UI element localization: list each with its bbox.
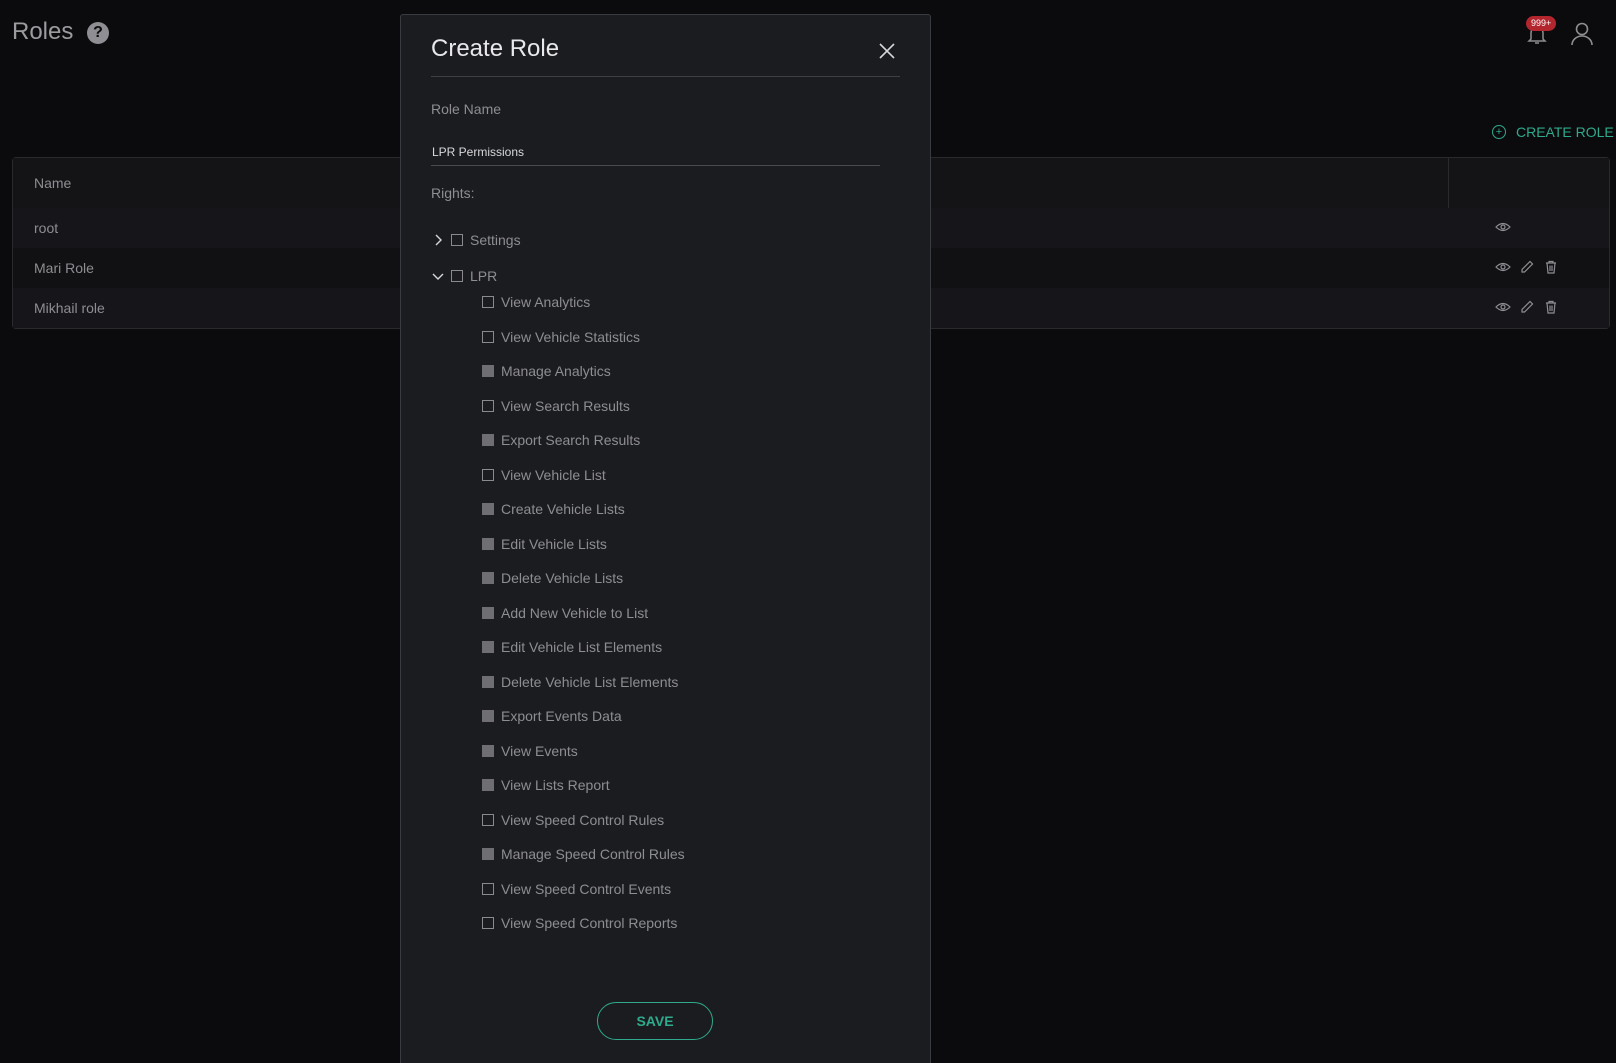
column-header-name: Name [34, 175, 72, 191]
right-checkbox[interactable] [482, 745, 494, 757]
right-item[interactable]: Add New Vehicle to List [482, 603, 648, 623]
plus-circle-icon: + [1492, 125, 1506, 139]
row-actions [1495, 299, 1559, 315]
right-checkbox[interactable] [482, 572, 494, 584]
right-item[interactable]: Delete Vehicle Lists [482, 568, 623, 588]
right-checkbox[interactable] [482, 607, 494, 619]
modal-title: Create Role [431, 35, 560, 62]
rights-group: Settings [431, 230, 521, 250]
save-button[interactable]: SAVE [597, 1002, 713, 1040]
roles-page: Roles ? 999+ + CREATE ROLE Name root Mar… [0, 0, 1616, 1063]
create-role-button[interactable]: + CREATE ROLE [1492, 124, 1614, 140]
group-checkbox[interactable] [451, 234, 463, 246]
chevron-right-icon[interactable] [431, 233, 445, 247]
right-item[interactable]: Edit Vehicle List Elements [482, 637, 662, 657]
group-checkbox[interactable] [451, 270, 463, 282]
right-item[interactable]: View Vehicle Statistics [482, 327, 640, 347]
right-checkbox[interactable] [482, 469, 494, 481]
trash-icon[interactable] [1543, 259, 1559, 275]
right-label: Add New Vehicle to List [501, 605, 649, 621]
right-label: Export Events Data [501, 708, 622, 724]
create-role-label: CREATE ROLE [1516, 124, 1614, 140]
right-label: View Vehicle List [501, 467, 606, 483]
right-item[interactable]: View Speed Control Reports [482, 913, 677, 933]
right-checkbox[interactable] [482, 503, 494, 515]
role-name-cell: Mikhail role [34, 300, 105, 316]
right-item[interactable]: View Speed Control Events [482, 879, 671, 899]
right-checkbox[interactable] [482, 641, 494, 653]
right-item[interactable]: View Events [482, 741, 578, 761]
create-role-modal: Create Role Role Name Rights: Settings LP… [400, 14, 931, 1063]
right-item[interactable]: Export Search Results [482, 430, 640, 450]
role-name-input[interactable] [431, 139, 880, 166]
right-label: Create Vehicle Lists [501, 501, 625, 517]
pencil-icon[interactable] [1519, 259, 1535, 275]
rights-label: Rights: [431, 185, 475, 201]
chevron-down-icon[interactable] [431, 269, 445, 283]
right-label: Export Search Results [501, 432, 641, 448]
group-label: Settings [470, 232, 521, 248]
role-name-cell: root [34, 220, 59, 236]
right-checkbox[interactable] [482, 434, 494, 446]
right-item[interactable]: Export Events Data [482, 706, 622, 726]
right-item[interactable]: View Vehicle List [482, 465, 606, 485]
eye-icon[interactable] [1495, 259, 1511, 275]
trash-icon[interactable] [1543, 299, 1559, 315]
pencil-icon[interactable] [1519, 299, 1535, 315]
user-icon[interactable] [1569, 21, 1595, 47]
right-item[interactable]: Delete Vehicle List Elements [482, 672, 678, 692]
row-actions [1495, 259, 1559, 275]
right-label: View Speed Control Reports [501, 915, 678, 931]
right-checkbox[interactable] [482, 917, 494, 929]
title-divider [431, 76, 900, 77]
right-item[interactable]: View Analytics [482, 292, 590, 312]
right-checkbox[interactable] [482, 676, 494, 688]
right-label: Manage Analytics [501, 363, 611, 379]
right-label: View Search Results [501, 398, 630, 414]
right-label: View Speed Control Events [501, 881, 672, 897]
rights-group: LPR [431, 266, 497, 286]
role-name-label: Role Name [431, 101, 502, 117]
right-item[interactable]: View Search Results [482, 396, 630, 416]
right-checkbox[interactable] [482, 883, 494, 895]
right-label: View Vehicle Statistics [501, 329, 641, 345]
right-item[interactable]: Create Vehicle Lists [482, 499, 625, 519]
right-label: Delete Vehicle List Elements [501, 674, 679, 690]
right-label: View Events [501, 743, 578, 759]
right-item[interactable]: Edit Vehicle Lists [482, 534, 607, 554]
role-name-cell: Mari Role [34, 260, 94, 276]
right-checkbox[interactable] [482, 296, 494, 308]
notification-badge: 999+ [1526, 16, 1557, 31]
row-actions [1495, 219, 1511, 235]
group-label: LPR [470, 268, 498, 284]
right-checkbox[interactable] [482, 365, 494, 377]
close-icon[interactable] [877, 41, 897, 61]
help-icon[interactable]: ? [87, 22, 109, 44]
right-checkbox[interactable] [482, 331, 494, 343]
right-item[interactable]: Manage Speed Control Rules [482, 844, 685, 864]
right-checkbox[interactable] [482, 814, 494, 826]
right-checkbox[interactable] [482, 848, 494, 860]
right-label: View Speed Control Rules [501, 812, 665, 828]
right-checkbox[interactable] [482, 710, 494, 722]
right-checkbox[interactable] [482, 400, 494, 412]
eye-icon[interactable] [1495, 219, 1511, 235]
right-checkbox[interactable] [482, 779, 494, 791]
right-label: Manage Speed Control Rules [501, 846, 685, 862]
right-item[interactable]: View Speed Control Rules [482, 810, 664, 830]
right-item[interactable]: View Lists Report [482, 775, 610, 795]
right-label: View Analytics [501, 294, 591, 310]
right-label: Edit Vehicle List Elements [501, 639, 663, 655]
eye-icon[interactable] [1495, 299, 1511, 315]
right-item[interactable]: Manage Analytics [482, 361, 611, 381]
right-label: View Lists Report [501, 777, 610, 793]
page-title: Roles [12, 18, 74, 45]
right-label: Delete Vehicle Lists [501, 570, 624, 586]
right-checkbox[interactable] [482, 538, 494, 550]
right-label: Edit Vehicle Lists [501, 536, 607, 552]
